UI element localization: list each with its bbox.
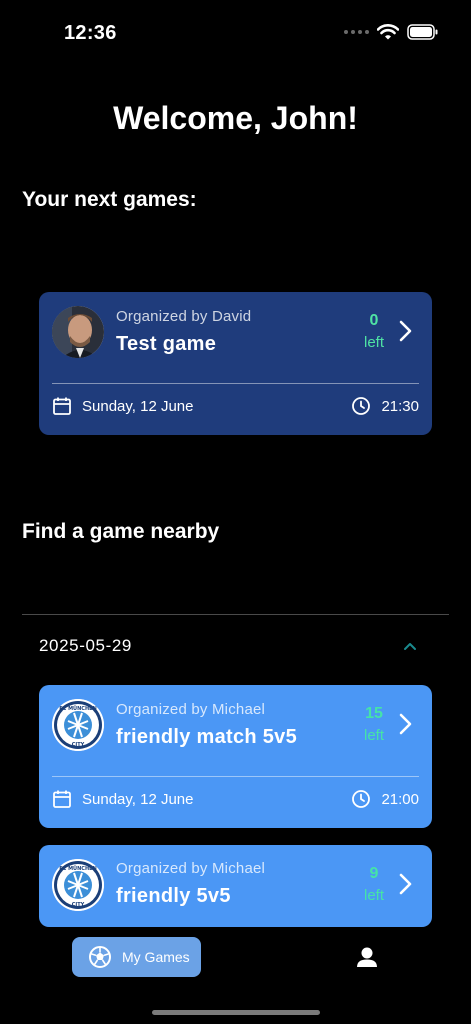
clock-icon <box>352 397 371 415</box>
chevron-up-icon[interactable] <box>402 640 418 652</box>
chevron-right-icon[interactable] <box>396 871 416 897</box>
game-name: friendly 5v5 <box>116 885 231 907</box>
spots-count: 15 <box>365 705 383 722</box>
game-date: Sunday, 12 June <box>52 396 193 416</box>
game-time: 21:00 <box>351 789 419 809</box>
spots-count: 9 <box>369 865 379 882</box>
spots-left-label: left <box>363 887 384 904</box>
bottom-nav: My Games <box>0 927 471 1024</box>
organizer-label: Organized by Michael <box>116 860 266 877</box>
section-divider <box>22 614 449 615</box>
clock-icon <box>352 790 371 808</box>
spots-left: 0 left <box>364 312 384 351</box>
spots-count: 0 <box>369 312 379 329</box>
cellular-signal-icon <box>344 30 369 34</box>
page-title: Welcome, John! <box>113 100 358 136</box>
game-time: 21:30 <box>351 396 419 416</box>
person-icon[interactable] <box>353 945 381 971</box>
chevron-right-icon[interactable] <box>396 711 416 737</box>
organizer-label: Organized by Michael <box>116 701 266 718</box>
next-game-card[interactable]: Organized by David Test game 0 left Sund… <box>39 292 432 435</box>
home-indicator <box>152 1010 320 1015</box>
game-name: Test game <box>116 333 217 355</box>
battery-icon <box>407 24 438 40</box>
svg-text:CITY: CITY <box>72 902 85 908</box>
svg-text:CITY: CITY <box>72 742 85 748</box>
game-date: Sunday, 12 June <box>52 789 193 809</box>
spots-left: 9 left <box>364 865 384 904</box>
calendar-icon <box>53 790 71 808</box>
status-bar: 12:36 <box>0 0 471 60</box>
spots-left: 15 left <box>364 705 384 744</box>
spots-left-label: left <box>363 334 384 351</box>
nearby-games-title: Find a game nearby <box>22 520 220 543</box>
calendar-icon <box>53 397 71 415</box>
next-games-title: Your next games: <box>22 188 197 211</box>
club-logo: FC MÜNCHEN CITY <box>52 859 104 911</box>
svg-text:FC MÜNCHEN: FC MÜNCHEN <box>59 705 97 712</box>
nav-my-games[interactable]: My Games <box>72 937 201 977</box>
game-time-text: 21:30 <box>381 397 419 415</box>
nearby-game-card[interactable]: FC MÜNCHEN CITY Organized by Michael fri… <box>39 685 432 828</box>
date-group-label: 2025-05-29 <box>39 636 132 655</box>
nav-my-games-label: My Games <box>122 949 190 965</box>
nearby-game-card[interactable]: FC MÜNCHEN CITY Organized by Michael fri… <box>39 845 432 927</box>
game-time-text: 21:00 <box>381 790 419 808</box>
game-date-text: Sunday, 12 June <box>82 790 194 808</box>
status-icons <box>344 24 439 40</box>
game-name: friendly match 5v5 <box>116 726 298 748</box>
spots-left-label: left <box>363 727 384 744</box>
chevron-right-icon[interactable] <box>396 318 416 344</box>
status-time: 12:36 <box>64 22 117 44</box>
club-logo: FC MÜNCHEN CITY <box>52 699 104 751</box>
organizer-label: Organized by David <box>116 308 252 325</box>
organizer-avatar <box>52 306 104 358</box>
wifi-icon <box>377 24 399 40</box>
soccer-ball-icon <box>89 946 111 968</box>
svg-text:FC MÜNCHEN: FC MÜNCHEN <box>59 865 97 872</box>
game-date-text: Sunday, 12 June <box>82 397 194 415</box>
